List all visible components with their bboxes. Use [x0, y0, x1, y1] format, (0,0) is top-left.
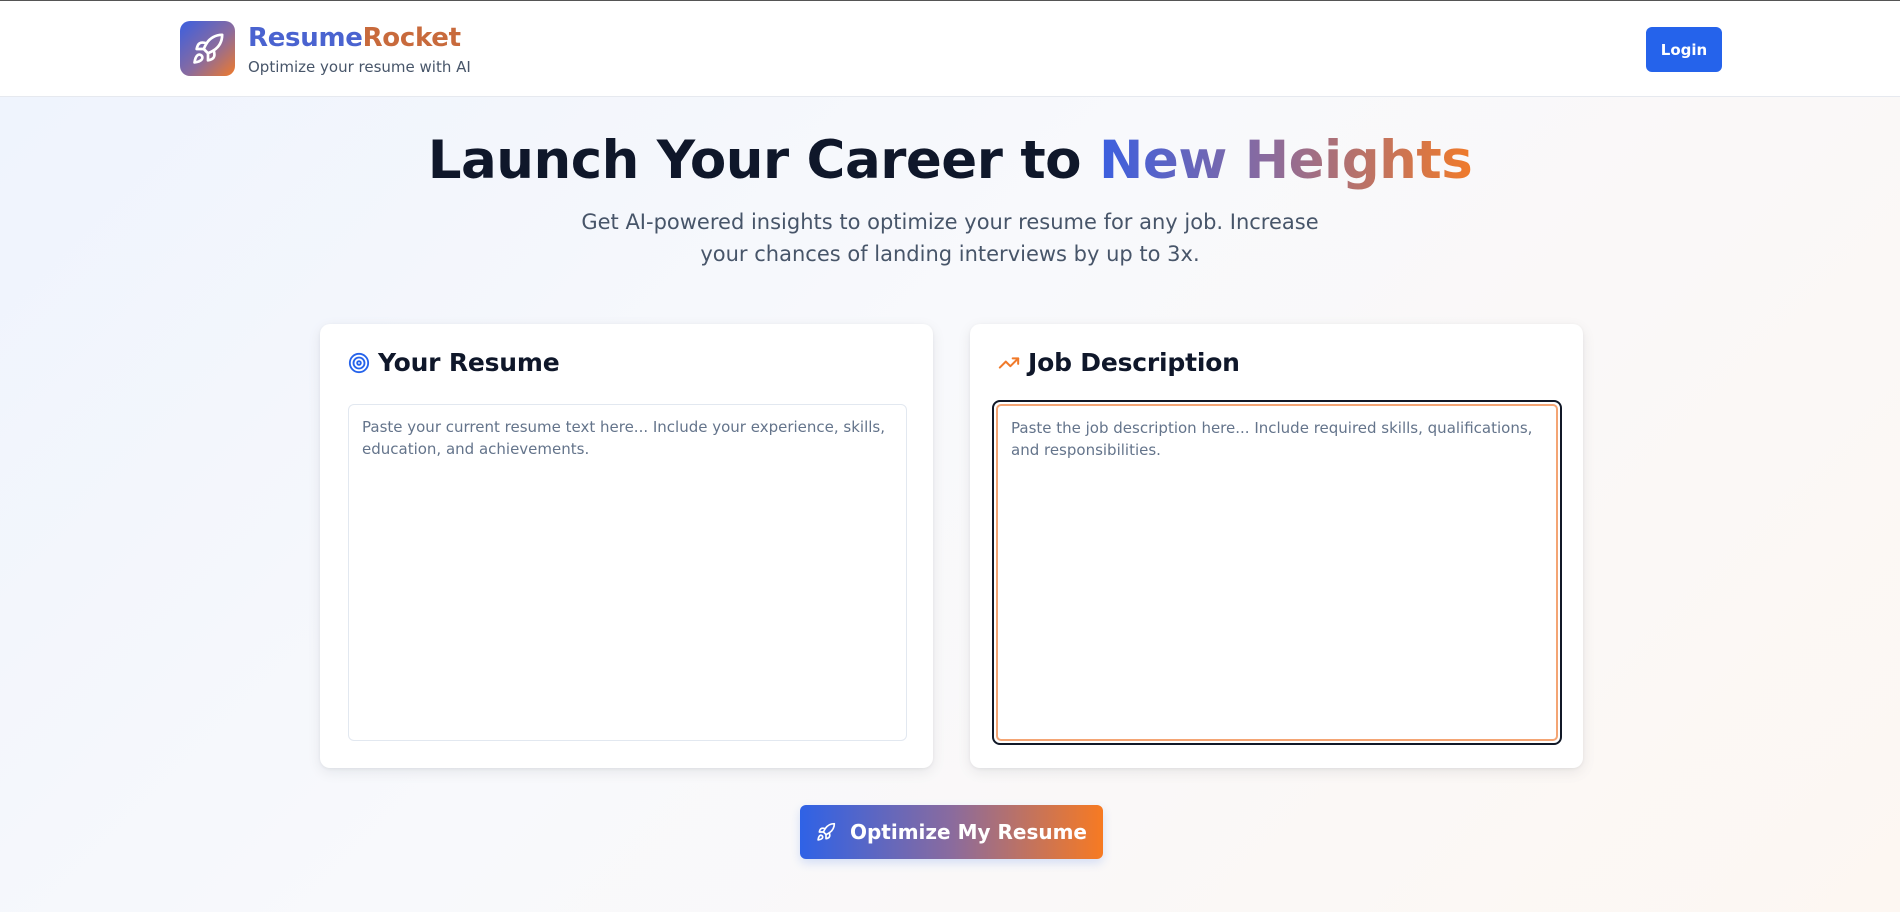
hero-title-plain: Launch Your Career to — [427, 130, 1100, 191]
resume-card: Your Resume — [320, 324, 933, 768]
login-button[interactable]: Login — [1646, 27, 1722, 72]
optimize-button-label: Optimize My Resume — [849, 820, 1087, 844]
rocket-icon — [192, 32, 224, 64]
app-header: ResumeRocket Optimize your resume with A… — [0, 0, 1900, 97]
job-card-title: Job Description — [1028, 348, 1240, 377]
job-description-textarea[interactable] — [996, 404, 1558, 741]
brand-name[interactable]: ResumeRocket — [248, 23, 461, 53]
rocket-icon — [817, 822, 836, 841]
brand-tagline: Optimize your resume with AI — [248, 58, 471, 76]
optimize-resume-button[interactable]: Optimize My Resume — [800, 805, 1103, 859]
logo[interactable] — [180, 21, 235, 76]
brand-name-part2: Rocket — [362, 23, 461, 53]
hero-title-highlight: New Heights — [1099, 130, 1473, 191]
resume-textarea[interactable] — [348, 404, 907, 741]
resume-card-title: Your Resume — [378, 348, 560, 377]
job-description-card: Job Description — [970, 324, 1583, 768]
hero-title: Launch Your Career to New Heights — [0, 130, 1900, 191]
brand-name-part1: Resume — [248, 23, 363, 53]
target-icon — [348, 352, 370, 374]
trending-up-icon — [998, 357, 1020, 369]
hero-subtitle: Get AI-powered insights to optimize your… — [581, 210, 1319, 266]
job-textarea-focus-ring — [992, 400, 1562, 745]
